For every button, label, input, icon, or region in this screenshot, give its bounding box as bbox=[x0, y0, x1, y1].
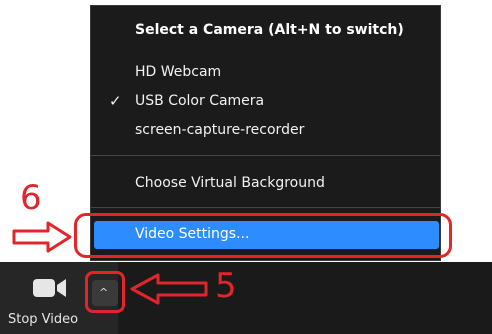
menu-header: Select a Camera (Alt+N to switch) bbox=[135, 22, 404, 38]
stop-video-label: Stop Video bbox=[8, 312, 79, 327]
annotation-step-number: 6 bbox=[20, 178, 42, 218]
menu-item-label: screen-capture-recorder bbox=[135, 122, 305, 138]
menu-item-screen-capture-recorder[interactable]: screen-capture-recorder bbox=[91, 117, 440, 145]
menu-item-choose-virtual-background[interactable]: Choose Virtual Background bbox=[91, 170, 440, 198]
annotation-highlight-video-settings bbox=[74, 213, 452, 258]
menu-item-label: HD Webcam bbox=[135, 64, 222, 80]
annotation-step-number: 5 bbox=[215, 266, 237, 306]
meeting-toolbar: Stop Video bbox=[0, 262, 492, 334]
video-camera-icon bbox=[33, 279, 66, 297]
annotation-highlight-caret bbox=[85, 271, 125, 313]
menu-item-label: Choose Virtual Background bbox=[135, 175, 325, 191]
menu-item-usb-color-camera[interactable]: ✓ USB Color Camera bbox=[91, 88, 440, 116]
menu-item-hd-webcam[interactable]: HD Webcam bbox=[91, 59, 440, 87]
checkmark-icon: ✓ bbox=[109, 92, 122, 110]
menu-divider bbox=[91, 155, 440, 156]
annotation-arrow-right bbox=[12, 221, 72, 253]
menu-item-label: USB Color Camera bbox=[135, 93, 265, 109]
annotation-arrow-left bbox=[130, 273, 208, 305]
menu-divider bbox=[91, 207, 440, 208]
